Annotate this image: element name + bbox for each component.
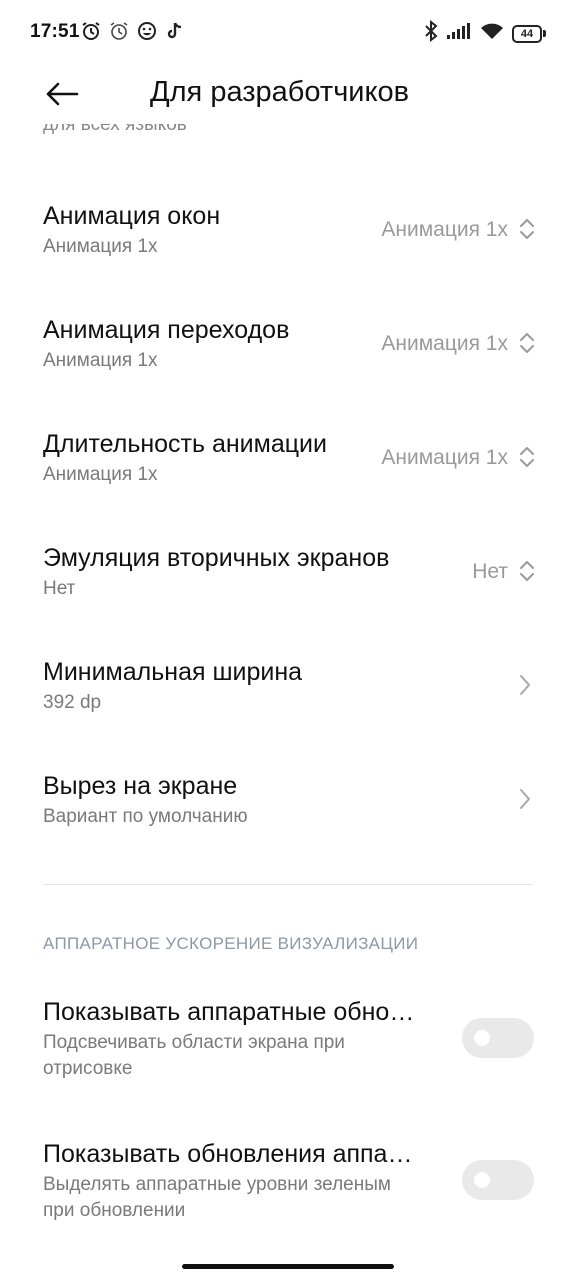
status-bar: 17:51 44 — [0, 0, 576, 64]
section-header: АППАРАТНОЕ УСКОРЕНИЕ ВИЗУАЛИЗАЦИИ — [43, 934, 419, 953]
setting-minimum-width[interactable]: Минимальная ширина 392 dp — [0, 650, 576, 760]
setting-title: Показывать аппаратные обно… — [43, 998, 415, 1026]
back-button[interactable] — [40, 74, 84, 114]
section-divider — [43, 884, 533, 885]
setting-subtitle: Вариант по умолчанию — [43, 806, 248, 827]
setting-title: Эмуляция вторичных экранов — [43, 544, 390, 572]
bluetooth-icon — [424, 19, 438, 47]
chevron-updown-icon — [520, 447, 534, 467]
setting-title: Минимальная ширина — [43, 658, 303, 686]
setting-subtitle: Нет — [43, 578, 76, 599]
setting-transition-animation[interactable]: Анимация переходов Анимация 1x Анимация … — [0, 308, 576, 418]
setting-title: Показывать обновления аппа… — [43, 1140, 413, 1168]
chevron-updown-icon — [520, 333, 534, 353]
tiktok-icon — [164, 20, 186, 42]
setting-show-hw-layer-updates[interactable]: Показывать обновления аппа… Выделять апп… — [0, 1130, 576, 1250]
setting-title: Анимация переходов — [43, 316, 290, 344]
emoji-icon — [136, 20, 158, 42]
toggle-knob — [474, 1172, 490, 1188]
setting-subtitle: 392 dp — [43, 692, 102, 713]
alarm-icon — [80, 20, 102, 42]
setting-display-cutout[interactable]: Вырез на экране Вариант по умолчанию — [0, 764, 576, 874]
toggle-knob — [474, 1030, 490, 1046]
battery-level: 44 — [512, 24, 542, 43]
setting-window-animation[interactable]: Анимация окон Анимация 1x Анимация 1x — [0, 194, 576, 304]
setting-subtitle-line2: отрисовке — [43, 1058, 133, 1079]
alarm-outline-icon — [108, 20, 130, 42]
setting-subtitle-line1: Выделять аппаратные уровни зеленым — [43, 1174, 391, 1195]
setting-secondary-displays[interactable]: Эмуляция вторичных экранов Нет Нет — [0, 536, 576, 646]
setting-value: Нет — [472, 560, 508, 583]
setting-subtitle: Анимация 1x — [43, 350, 158, 371]
toggle-switch[interactable] — [462, 1160, 534, 1200]
status-time: 17:51 — [30, 21, 80, 42]
chevron-right-icon — [520, 675, 530, 695]
setting-title: Вырез на экране — [43, 772, 238, 800]
wifi-icon — [480, 22, 504, 45]
page-title: Для разработчиков — [150, 76, 410, 108]
battery-icon: 44 — [512, 24, 546, 43]
setting-subtitle-line1: Подсвечивать области экрана при — [43, 1032, 345, 1053]
chevron-updown-icon — [520, 219, 534, 239]
app-header: Для разработчиков — [0, 64, 576, 124]
signal-icon — [446, 22, 472, 45]
setting-subtitle-line2: при обновлении — [43, 1200, 186, 1221]
system-icons: 44 — [424, 19, 546, 47]
setting-value: Анимация 1x — [381, 446, 508, 469]
cutoff-subtitle: для всех языков — [43, 124, 187, 135]
setting-subtitle: Анимация 1x — [43, 236, 158, 257]
home-indicator[interactable] — [182, 1264, 394, 1269]
arrow-left-icon — [46, 82, 79, 106]
setting-animation-duration[interactable]: Длительность анимации Анимация 1x Анимац… — [0, 422, 576, 532]
setting-value: Анимация 1x — [381, 218, 508, 241]
setting-value: Анимация 1x — [381, 332, 508, 355]
settings-list[interactable]: для всех языков Анимация окон Анимация 1… — [0, 124, 576, 1256]
setting-title: Длительность анимации — [43, 430, 327, 458]
setting-subtitle: Анимация 1x — [43, 464, 158, 485]
chevron-right-icon — [520, 789, 530, 809]
toggle-switch[interactable] — [462, 1018, 534, 1058]
chevron-updown-icon — [520, 561, 534, 581]
notification-icons — [80, 20, 186, 42]
setting-show-hw-updates[interactable]: Показывать аппаратные обно… Подсвечивать… — [0, 988, 576, 1108]
setting-title: Анимация окон — [43, 202, 221, 230]
